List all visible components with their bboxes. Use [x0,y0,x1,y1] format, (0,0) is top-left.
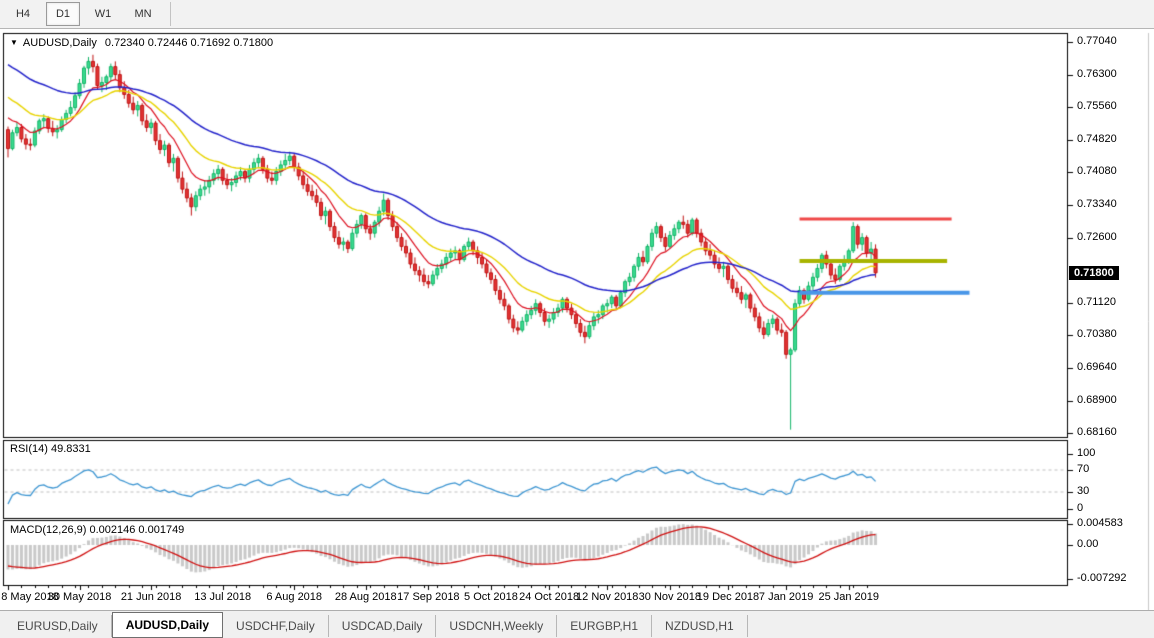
price-tick-label: 0.73340 [1077,198,1117,210]
macd-indicator-label: MACD(12,26,9) [10,524,86,536]
macd-values: 0.002146 0.001749 [89,524,184,536]
price-tick-label: 0.72600 [1077,231,1117,243]
rsi-value: 49.8331 [51,443,91,455]
tab-usdcnh-weekly[interactable]: USDCNH,Weekly [436,615,557,637]
date-tick-label: 30 May 2018 [48,591,112,603]
price-tick-label: 0.68160 [1077,426,1117,438]
macd-label-row: MACD(12,26,9) 0.002146 0.001749 [10,524,184,536]
date-tick-label: 17 Sep 2018 [397,591,459,603]
date-tick-label: 6 Aug 2018 [266,591,322,603]
date-tick-label: 24 Oct 2018 [519,591,579,603]
date-tick-label: 19 Dec 2018 [697,591,759,603]
chart-canvas[interactable] [0,0,1154,638]
rsi-tick-label: 0 [1077,502,1083,514]
timeframe-toolbar: H4 D1 W1 MN [0,0,1154,29]
date-tick-label: 7 Jan 2019 [759,591,813,603]
rsi-tick-label: 30 [1077,485,1089,497]
date-tick-label: 25 Jan 2019 [818,591,879,603]
rsi-tick-label: 100 [1077,447,1095,459]
toolbar-separator [170,2,171,26]
price-tick-label: 0.69640 [1077,361,1117,373]
tab-usdcad-daily[interactable]: USDCAD,Daily [329,615,437,637]
price-tick-label: 0.77040 [1077,35,1117,47]
timeframe-button-h4[interactable]: H4 [6,2,40,26]
date-tick-label: 13 Jul 2018 [194,591,251,603]
tab-eurusd-daily[interactable]: EURUSD,Daily [4,615,112,637]
price-tick-label: 0.70380 [1077,328,1117,340]
price-tick-label: 0.76300 [1077,68,1117,80]
price-tick-label: 0.71120 [1077,296,1116,308]
rsi-label-row: RSI(14) 49.8331 [10,443,91,455]
price-tick-label: 0.74080 [1077,165,1117,177]
ohlc-values: 0.72340 0.72446 0.71692 0.71800 [105,37,273,49]
current-price-tag: 0.71800 [1069,266,1119,280]
timeframe-button-d1[interactable]: D1 [46,2,80,26]
rsi-tick-label: 70 [1077,463,1089,475]
macd-tick-label: 0.00 [1077,538,1098,550]
price-tick-label: 0.75560 [1077,100,1117,112]
macd-tick-label: 0.004583 [1077,517,1123,529]
timeframe-button-mn[interactable]: MN [126,2,160,26]
tab-audusd-daily[interactable]: AUDUSD,Daily [112,612,223,638]
symbol-tab-bar: EURUSD,Daily AUDUSD,Daily USDCHF,Daily U… [0,610,1154,638]
price-tick-label: 0.68900 [1077,394,1117,406]
tab-eurgbp-h1[interactable]: EURGBP,H1 [557,615,652,637]
tab-usdchf-daily[interactable]: USDCHF,Daily [223,615,329,637]
price-tick-label: 0.74820 [1077,133,1117,145]
symbol-name: AUDUSD,Daily [23,37,97,49]
trading-app-window: H4 D1 W1 MN ▼ AUDUSD,Daily 0.72340 0.72446… [0,0,1154,638]
rsi-indicator-label: RSI(14) [10,443,48,455]
date-tick-label: 21 Jun 2018 [121,591,182,603]
timeframe-button-w1[interactable]: W1 [86,2,120,26]
macd-tick-label: -0.007292 [1077,572,1127,584]
date-tick-label: 5 Oct 2018 [464,591,518,603]
date-tick-label: 30 Nov 2018 [639,591,701,603]
symbol-dropdown-icon[interactable]: ▼ [10,38,18,47]
tab-nzdusd-h1[interactable]: NZDUSD,H1 [652,615,748,637]
date-tick-label: 28 Aug 2018 [335,591,397,603]
date-tick-label: 12 Nov 2018 [576,591,638,603]
chart-title: ▼ AUDUSD,Daily 0.72340 0.72446 0.71692 0.7… [10,37,273,49]
